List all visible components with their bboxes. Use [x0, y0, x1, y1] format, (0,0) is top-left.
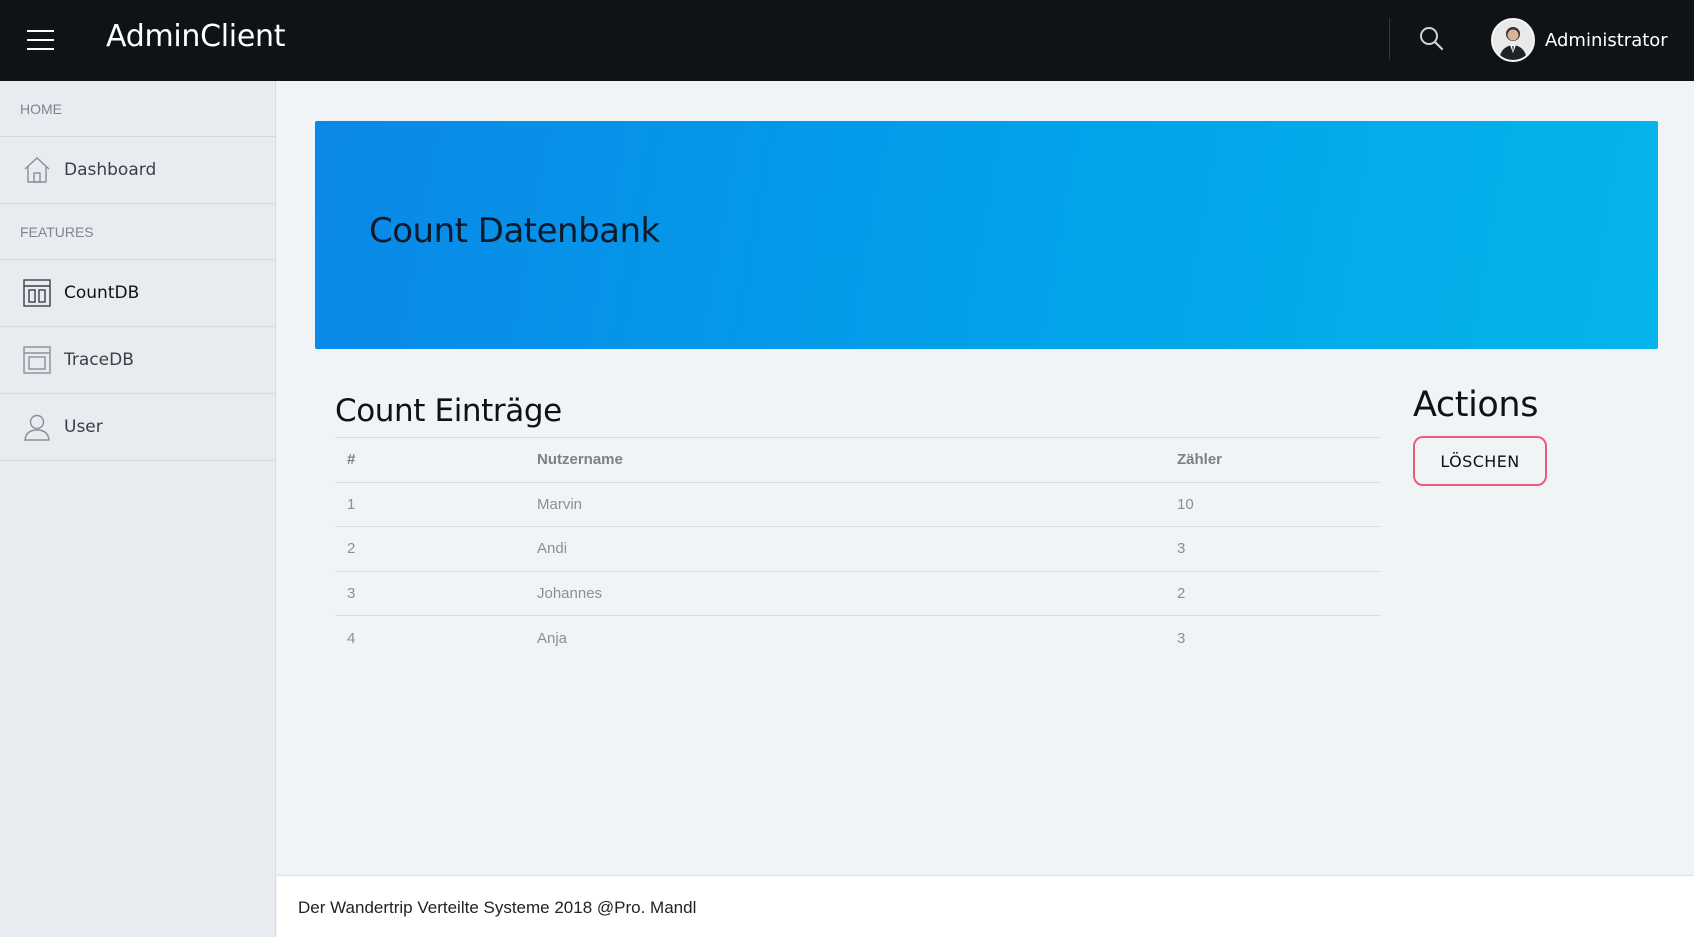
cell-username: Johannes — [525, 570, 1165, 616]
cell-number: 1 — [335, 481, 525, 527]
page-title: Count Datenbank — [369, 211, 660, 251]
sidebar-item-label: Dashboard — [64, 160, 157, 180]
window-icon — [23, 346, 51, 374]
columns-icon — [23, 279, 51, 307]
column-header-username: Nutzername — [525, 437, 1165, 483]
delete-button[interactable]: LÖSCHEN — [1413, 436, 1547, 486]
page-header-banner: Count Datenbank — [315, 121, 1658, 349]
column-header-counter: Zähler — [1165, 437, 1381, 483]
hamburger-menu-icon[interactable] — [27, 30, 54, 50]
column-header-number: # — [335, 437, 525, 483]
avatar — [1491, 18, 1535, 62]
navbar-divider — [1389, 18, 1390, 60]
cell-username: Andi — [525, 526, 1165, 571]
sidebar-section-home: HOME — [0, 81, 275, 137]
top-navbar: AdminClient Administrator — [0, 0, 1694, 81]
table-header-row: # Nutzername Zähler — [335, 437, 1381, 483]
cell-number: 2 — [335, 526, 525, 571]
cell-number: 4 — [335, 615, 525, 660]
table-row: 1 Marvin 10 — [335, 481, 1381, 527]
search-icon[interactable] — [1417, 24, 1447, 54]
actions-title: Actions — [1413, 385, 1539, 425]
sidebar-item-label: TraceDB — [64, 350, 134, 370]
table-row: 4 Anja 3 — [335, 615, 1381, 660]
footer-text: Der Wandertrip Verteilte Systeme 2018 @P… — [298, 898, 697, 917]
cell-counter: 2 — [1165, 570, 1381, 616]
footer: Der Wandertrip Verteilte Systeme 2018 @P… — [277, 875, 1694, 937]
user-menu[interactable]: Administrator — [1491, 17, 1668, 63]
cell-username: Marvin — [525, 481, 1165, 527]
cell-counter: 3 — [1165, 615, 1381, 660]
cell-number: 3 — [335, 570, 525, 616]
sidebar-item-label: CountDB — [64, 283, 140, 303]
user-name: Administrator — [1545, 29, 1668, 51]
sidebar-item-dashboard[interactable]: Dashboard — [0, 137, 275, 204]
app-brand[interactable]: AdminClient — [106, 19, 285, 54]
table-title: Count Einträge — [335, 393, 562, 429]
home-icon — [24, 157, 50, 183]
sidebar: HOME Dashboard FEATURES CountDB TraceDB — [0, 81, 276, 937]
count-table: # Nutzername Zähler 1 Marvin 10 2 Andi 3… — [335, 437, 1381, 660]
sidebar-item-tracedb[interactable]: TraceDB — [0, 327, 275, 394]
user-icon — [24, 414, 50, 441]
sidebar-item-countdb[interactable]: CountDB — [0, 260, 275, 327]
sidebar-item-label: User — [64, 417, 103, 437]
cell-counter: 10 — [1165, 481, 1381, 527]
cell-username: Anja — [525, 615, 1165, 660]
sidebar-item-user[interactable]: User — [0, 394, 275, 461]
table-row: 3 Johannes 2 — [335, 570, 1381, 616]
cell-counter: 3 — [1165, 526, 1381, 571]
sidebar-section-features: FEATURES — [0, 204, 275, 260]
table-row: 2 Andi 3 — [335, 526, 1381, 571]
